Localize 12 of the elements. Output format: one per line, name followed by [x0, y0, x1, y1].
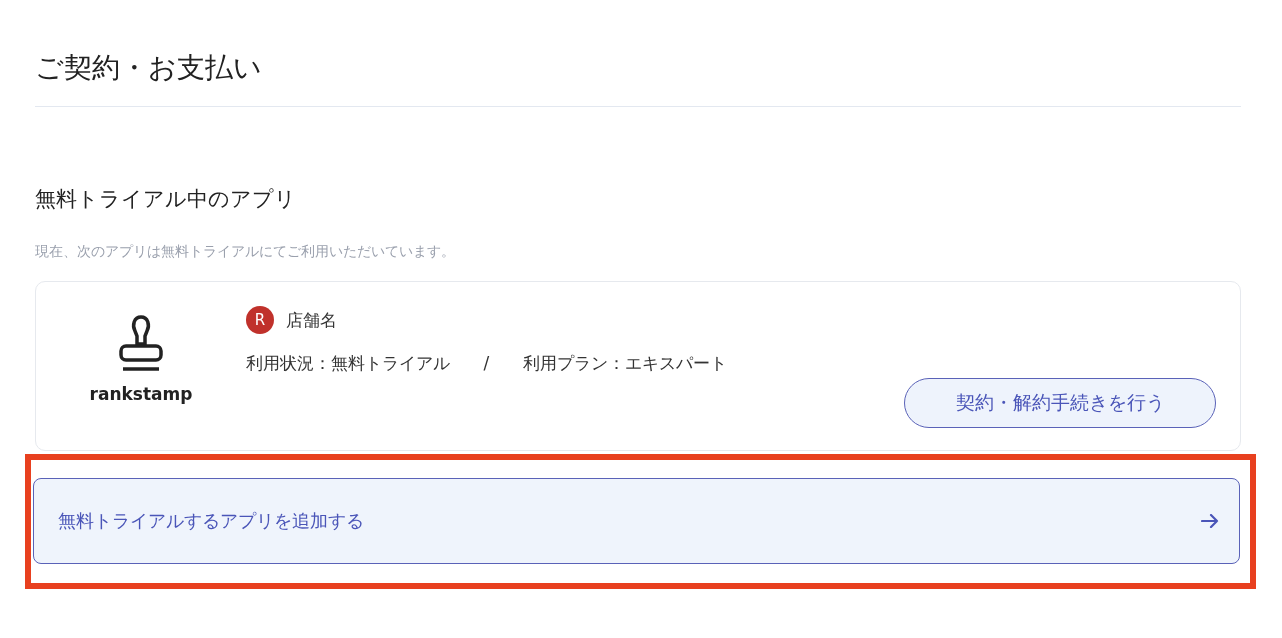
usage-plan: 利用プラン：エキスパート [522, 353, 727, 373]
contract-button[interactable]: 契約・解約手続きを行う [904, 378, 1216, 428]
add-app-button[interactable]: 無料トライアルするアプリを追加する [33, 478, 1240, 564]
section-description: 現在、次のアプリは無料トライアルにてご利用いただいています。 [35, 243, 456, 261]
store-badge: R [246, 306, 274, 334]
app-logo-text: rankstamp [89, 384, 193, 404]
store-name: 店舗名 [286, 308, 337, 332]
usage-status: 利用状況：無料トライアル [246, 353, 450, 373]
page-title: ご契約・お支払い [35, 50, 263, 86]
separator: / [483, 353, 490, 373]
arrow-right-icon [1201, 514, 1219, 528]
section-heading: 無料トライアル中のアプリ [35, 186, 297, 213]
